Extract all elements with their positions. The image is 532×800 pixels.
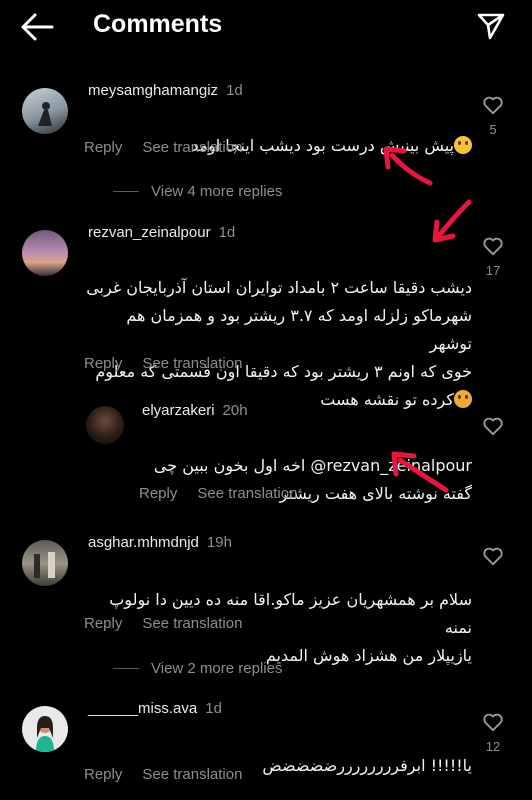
avatar[interactable] [22, 540, 68, 586]
red-annotation-arrow [432, 199, 472, 243]
comment-time: 1d [205, 700, 222, 717]
like-count: 12 [485, 739, 501, 754]
comment-actions: Reply See translation [84, 766, 262, 783]
heart-icon[interactable] [482, 546, 504, 566]
avatar[interactable] [86, 406, 124, 444]
comment-username[interactable]: meysamghamangiz 1d [88, 82, 243, 99]
page-title: Comments [93, 10, 223, 38]
heart-icon[interactable] [482, 416, 504, 436]
comment-time: 1d [226, 82, 243, 99]
comment-text: دیشب دقیقا ساعت ۲ بامداد توایران استان آ… [86, 278, 472, 409]
comment-username[interactable]: asghar.mhmdnjd 19h [88, 534, 232, 551]
see-translation-button[interactable]: See translation [142, 139, 242, 156]
see-translation-button[interactable]: See translation [197, 485, 297, 502]
comment-item: ______miss.ava 1d یا!!!!! ابرفررررررررضضض… [0, 696, 532, 800]
comment-username[interactable]: elyarzakeri 20h [142, 402, 248, 419]
comment-time: 19h [206, 534, 232, 551]
view-more-replies-button[interactable]: View 4 more replies [113, 183, 282, 200]
astonished-face-emoji [454, 136, 472, 154]
reply-button[interactable]: Reply [139, 485, 177, 502]
view-more-replies-button[interactable]: View 2 more replies [113, 660, 282, 677]
comment-actions: Reply See translation [84, 139, 262, 156]
comment-actions: Reply See translation [139, 485, 317, 502]
comment-username[interactable]: ______miss.ava 1d [88, 700, 222, 717]
like-count: 5 [489, 122, 497, 137]
comment-actions: Reply See translation [84, 355, 262, 372]
heart-icon[interactable] [482, 712, 504, 732]
comment-item: meysamghamangiz 1d پیش بینیش درست بود دیش… [0, 78, 532, 158]
see-translation-button[interactable]: See translation [142, 766, 242, 783]
comment-actions: Reply See translation [84, 615, 262, 632]
avatar[interactable] [22, 706, 68, 752]
comment-time: 20h [222, 402, 248, 419]
reply-button[interactable]: Reply [84, 139, 122, 156]
reply-button[interactable]: Reply [84, 355, 122, 372]
comment-text: سلام بر همشهریان عزیز ماکو.اقا منه ده دی… [109, 590, 472, 665]
paper-plane-icon[interactable] [476, 11, 506, 41]
divider-line [113, 191, 139, 192]
comment-item: asghar.mhmdnjd 19h سلام بر همشهریان عزیز … [0, 530, 532, 665]
see-translation-button[interactable]: See translation [142, 355, 242, 372]
see-translation-button[interactable]: See translation [142, 615, 242, 632]
divider-line [113, 668, 139, 669]
comment-time: 1d [218, 224, 236, 241]
red-annotation-arrow [383, 146, 433, 186]
comment-username[interactable]: rezvan_zeinalpour 1d [88, 224, 235, 241]
avatar[interactable] [22, 230, 68, 276]
reply-button[interactable]: Reply [84, 615, 122, 632]
avatar[interactable] [22, 88, 68, 134]
heart-icon[interactable] [482, 95, 504, 115]
like-count: 17 [485, 263, 501, 278]
red-annotation-arrow [391, 451, 449, 493]
back-arrow-icon[interactable] [20, 12, 54, 42]
header-bar: Comments [0, 0, 532, 54]
heart-icon[interactable] [482, 236, 504, 256]
reply-button[interactable]: Reply [84, 766, 122, 783]
